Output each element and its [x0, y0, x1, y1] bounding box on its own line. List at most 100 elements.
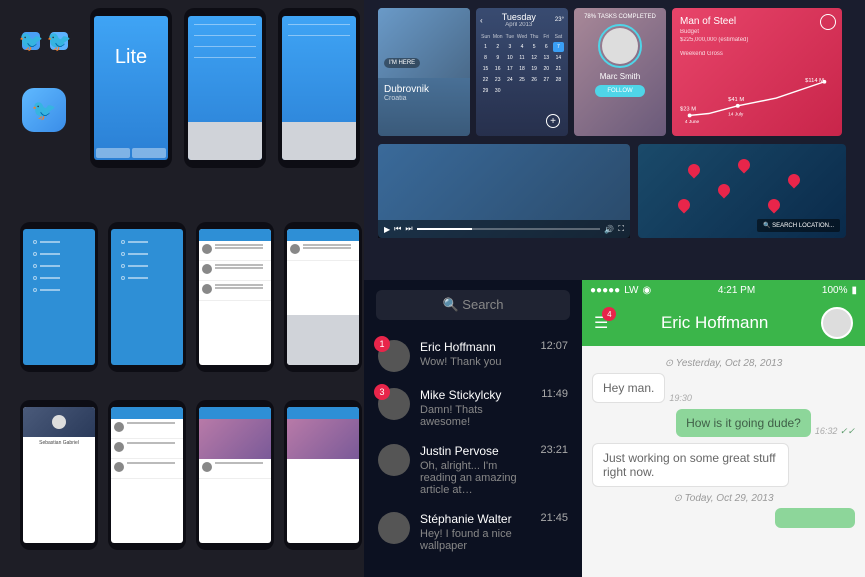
chat-header: ☰4 Eric Hoffmann [582, 300, 865, 346]
avatar [378, 444, 410, 476]
map-pin-icon[interactable] [676, 197, 693, 214]
calendar-cell[interactable]: 11 [516, 53, 527, 63]
calendar-cell[interactable]: 16 [492, 64, 503, 74]
date-separator: Today, Oct 29, 2013 [592, 493, 855, 504]
next-icon[interactable]: ⏭ [405, 224, 412, 234]
battery-pct: 100% [822, 285, 848, 296]
movie-card[interactable]: Man of Steel Budget $225,000,000 (estima… [672, 8, 842, 136]
map-pin-icon[interactable] [766, 197, 783, 214]
search-input[interactable]: 🔍 Search [376, 290, 570, 320]
svg-text:4 June: 4 June [685, 119, 700, 125]
phone-signup [184, 8, 266, 168]
task-progress: 78% TASKS COMPLETED [584, 14, 656, 20]
calendar-cell[interactable]: 7 [553, 42, 564, 52]
play-icon[interactable] [820, 14, 836, 30]
budget-label: Budget [680, 29, 834, 35]
calendar-cell[interactable]: 26 [529, 75, 540, 85]
svg-text:$23 M: $23 M [680, 107, 696, 113]
map-pin-icon[interactable] [786, 172, 803, 189]
calendar-cell[interactable]: 13 [541, 53, 552, 63]
follow-button[interactable]: FOLLOW [595, 85, 644, 97]
unread-badge: 3 [374, 384, 390, 400]
cal-prev-icon[interactable]: ‹ [480, 16, 483, 25]
calendar-month: April 2013 [502, 22, 536, 28]
calendar-cell[interactable]: 21 [553, 64, 564, 74]
keyboard[interactable] [282, 122, 356, 160]
progress-bar[interactable] [417, 228, 601, 230]
calendar-cell[interactable]: 8 [480, 53, 491, 63]
chat-time: 11:49 [541, 388, 568, 400]
metric-label: Weekend Gross [680, 51, 834, 57]
calendar-cell[interactable]: 27 [541, 75, 552, 85]
calendar-cell[interactable]: 2 [492, 42, 503, 52]
calendar-cell[interactable]: 28 [553, 75, 564, 85]
chat-preview: Oh, alright... I'm reading an amazing ar… [420, 460, 530, 496]
app-icons: 🐦 🐦 [22, 32, 68, 50]
chat-item[interactable]: Stéphanie WalterHey! I found a nice wall… [364, 504, 582, 560]
chat-item[interactable]: 3Mike StickylckyDamn! Thats awesome!11:4… [364, 380, 582, 436]
chat-time: 23:21 [540, 444, 568, 456]
calendar-cell[interactable]: 17 [504, 64, 515, 74]
budget-value: $225,000,000 (estimated) [680, 37, 834, 43]
video-controls[interactable]: ▶ ⏮ ⏭ 🔊 ⛶ [378, 220, 630, 238]
signup-button[interactable] [96, 148, 130, 158]
chat-item[interactable]: Justin PervoseOh, alright... I'm reading… [364, 436, 582, 504]
message-bubble-in: Hey man. [592, 373, 665, 403]
play-icon[interactable]: ▶ [384, 225, 390, 234]
add-event-button[interactable]: + [546, 114, 560, 128]
map-pin-icon[interactable] [686, 162, 703, 179]
calendar-cell[interactable]: 20 [541, 64, 552, 74]
map-widget[interactable]: 🔍 SEARCH LOCATION... [638, 144, 846, 238]
location-card[interactable]: I'M HERE Dubrovnik Croatia [378, 8, 470, 136]
calendar-cell[interactable]: 25 [516, 75, 527, 85]
fullscreen-icon[interactable]: ⛶ [618, 224, 624, 234]
avatar[interactable] [821, 307, 853, 339]
app-title: Lite [94, 46, 168, 69]
media-row: ▶ ⏮ ⏭ 🔊 ⛶ 🔍 SEARCH LOCATION... [378, 144, 846, 238]
twitter-icon-small-alt: 🐦 [50, 32, 68, 50]
calendar-card[interactable]: ‹ Tuesday April 2013 23° SunMonTueWedThu… [476, 8, 568, 136]
chat-time: 12:07 [540, 340, 568, 352]
map-pin-icon[interactable] [736, 157, 753, 174]
calendar-cell[interactable]: 23 [492, 75, 503, 85]
menu-icon[interactable]: ☰4 [594, 313, 608, 333]
phone-profile: Sebastian Gabriel [23, 407, 95, 543]
calendar-cell[interactable]: 6 [541, 42, 552, 52]
phone-detail [199, 407, 271, 543]
video-player[interactable]: ▶ ⏮ ⏭ 🔊 ⛶ [378, 144, 630, 238]
gross-chart: 4 June 14 July $23 M $41 M $114 M [680, 76, 834, 126]
calendar-cell[interactable]: 29 [480, 86, 491, 96]
calendar-cell[interactable]: 4 [516, 42, 527, 52]
volume-icon[interactable]: 🔊 [604, 225, 614, 234]
chat-preview: Damn! Thats awesome! [420, 404, 531, 428]
map-search-input[interactable]: 🔍 SEARCH LOCATION... [757, 219, 840, 232]
location-country: Croatia [384, 95, 464, 102]
location-city: Dubrovnik [384, 84, 464, 95]
calendar-cell[interactable]: 18 [516, 64, 527, 74]
map-pin-icon[interactable] [716, 182, 733, 199]
calendar-cell[interactable]: 10 [504, 53, 515, 63]
calendar-cell[interactable]: 30 [492, 86, 503, 96]
keyboard[interactable] [188, 122, 262, 160]
prev-icon[interactable]: ⏮ [394, 224, 401, 234]
calendar-grid[interactable]: 1234567891011121314151617181920212223242… [476, 42, 568, 96]
battery-icon: ▮ [851, 285, 857, 296]
calendar-cell[interactable]: 15 [480, 64, 491, 74]
calendar-cell[interactable]: 12 [529, 53, 540, 63]
profile-card[interactable]: 78% TASKS COMPLETED Marc Smith FOLLOW [574, 8, 666, 136]
calendar-cell[interactable]: 1 [480, 42, 491, 52]
calendar-cell[interactable]: 9 [492, 53, 503, 63]
calendar-cell[interactable]: 14 [553, 53, 564, 63]
calendar-cell[interactable]: 5 [529, 42, 540, 52]
calendar-cell[interactable]: 3 [504, 42, 515, 52]
message-thread[interactable]: Yesterday, Oct 28, 2013 Hey man.19:30 Ho… [582, 346, 865, 577]
calendar-cell[interactable]: 24 [504, 75, 515, 85]
chat-item[interactable]: 1Eric HoffmannWow! Thank you12:07 [364, 332, 582, 380]
calendar-cell[interactable]: 22 [480, 75, 491, 85]
login-button[interactable] [132, 148, 166, 158]
messenger-panel: ●●●●● LW ◉ 4:21 PM 100% ▮ ☰4 Eric Hoffma… [582, 280, 865, 577]
calendar-cell[interactable]: 19 [529, 64, 540, 74]
message-bubble-out [775, 508, 855, 528]
avatar [602, 28, 638, 64]
chat-list-panel: 🔍 Search 1Eric HoffmannWow! Thank you12:… [364, 280, 582, 577]
